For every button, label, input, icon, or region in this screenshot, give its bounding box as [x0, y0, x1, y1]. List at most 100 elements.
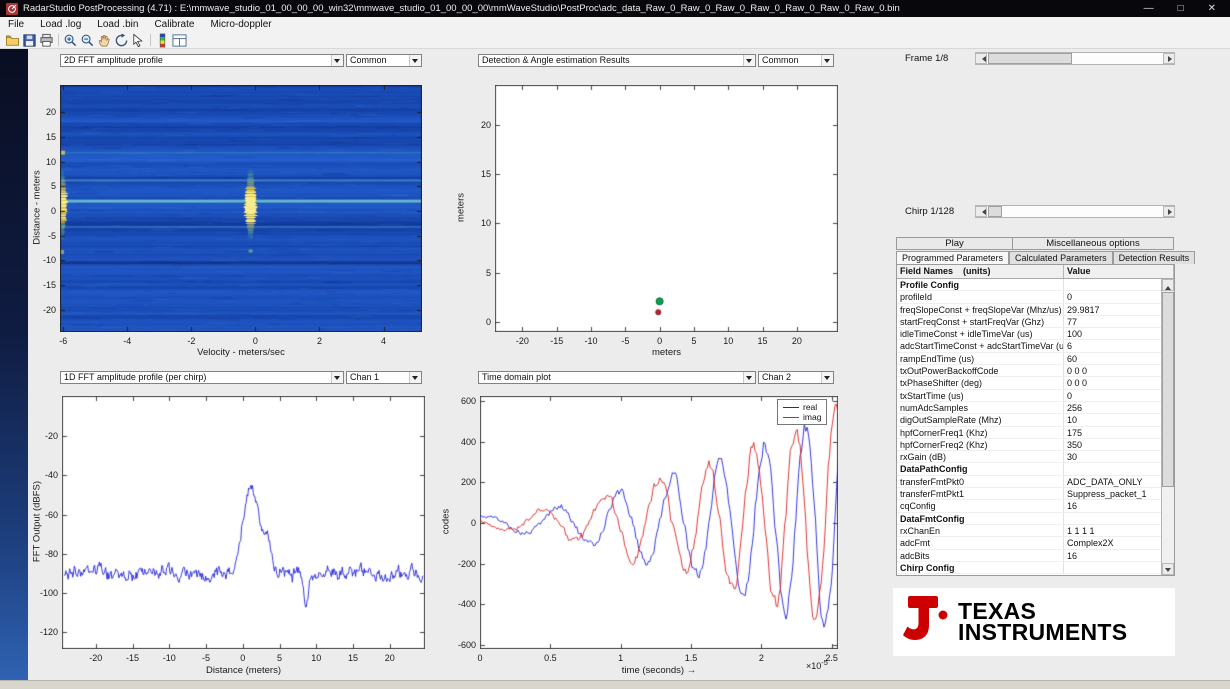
- plot-p2-canvas[interactable]: [495, 85, 838, 332]
- plot-p3-channel-select[interactable]: Chan 1: [346, 371, 422, 384]
- window-title: RadarStudio PostProcessing (4.71) : E:\m…: [23, 3, 900, 14]
- plot-p4-type-select[interactable]: Time domain plot: [478, 371, 756, 384]
- chevron-down-icon[interactable]: [331, 372, 343, 383]
- plot-p1-canvas[interactable]: [60, 85, 422, 332]
- x-tick-label: -15: [126, 653, 140, 663]
- open-file-icon[interactable]: [4, 32, 21, 48]
- plot-p2-type-select[interactable]: Detection & Angle estimation Results: [478, 54, 756, 67]
- y-tick-label: 10: [480, 218, 491, 229]
- plot-p4-channel-select[interactable]: Chan 2: [758, 371, 834, 384]
- param-row[interactable]: transferFmtPkt1 Suppress_packet_1: [897, 488, 1161, 501]
- param-row[interactable]: txOutPowerBackoffCode 0 0 0: [897, 365, 1161, 378]
- chevron-down-icon[interactable]: [743, 372, 755, 383]
- zoom-in-icon[interactable]: [62, 32, 79, 48]
- y-tick-label: 400: [460, 436, 476, 447]
- param-row[interactable]: rampEndTime (us) 60: [897, 352, 1161, 366]
- print-icon[interactable]: [38, 32, 55, 48]
- param-row[interactable]: adcFmt Complex2X: [897, 537, 1161, 550]
- plot-p1-type-select-value: 2D FFT amplitude profile: [64, 55, 163, 65]
- chevron-down-icon[interactable]: [409, 55, 421, 66]
- rotate-3d-icon[interactable]: [113, 32, 130, 48]
- chirp-slider-label: Chirp 1/128: [905, 206, 955, 217]
- param-row[interactable]: DataFmtConfig: [897, 512, 1161, 525]
- chirp-slider-right-arrow-icon[interactable]: [1163, 206, 1175, 217]
- param-field: hpfCornerFreq2 (Khz): [897, 438, 1064, 451]
- menu-micro-doppler[interactable]: Micro-doppler: [202, 19, 279, 30]
- param-row[interactable]: hpfCornerFreq2 (Khz) 350: [897, 438, 1161, 452]
- param-row[interactable]: cqConfig 16: [897, 500, 1161, 513]
- plot-p1-channel-select[interactable]: Common: [346, 54, 422, 67]
- x-tick-label: 0: [657, 336, 663, 346]
- param-row[interactable]: transferFmtPkt0 ADC_DATA_ONLY: [897, 475, 1161, 489]
- chevron-down-icon[interactable]: [331, 55, 343, 66]
- tab-calculated-parameters[interactable]: Calculated Parameters: [1009, 251, 1113, 264]
- chevron-down-icon[interactable]: [743, 55, 755, 66]
- data-cursor-icon[interactable]: [130, 32, 147, 48]
- y-tick-label: 15: [480, 168, 491, 179]
- param-row[interactable]: DataPathConfig: [897, 463, 1161, 476]
- pan-icon[interactable]: [96, 32, 113, 48]
- param-row[interactable]: rxChanEn 1 1 1 1: [897, 524, 1161, 538]
- param-row[interactable]: freqSlopeConst + freqSlopeVar (Mhz/us) 29…: [897, 303, 1161, 316]
- parameter-tabs: Programmed Parameters Calculated Paramete…: [896, 251, 1196, 264]
- menu-load-bin[interactable]: Load .bin: [89, 19, 146, 30]
- chevron-down-icon[interactable]: [821, 372, 833, 383]
- miscellaneous-options-button[interactable]: Miscellaneous options: [1012, 237, 1174, 250]
- param-row[interactable]: profileId 0: [897, 291, 1161, 304]
- scroll-down-arrow-icon[interactable]: [1162, 563, 1174, 575]
- tab-detection-results[interactable]: Detection Results: [1112, 251, 1196, 264]
- param-row[interactable]: rxGain (dB) 30: [897, 451, 1161, 464]
- param-row[interactable]: Profile Config: [897, 279, 1161, 292]
- param-value: 1 1 1 1: [1067, 525, 1095, 536]
- param-row[interactable]: digOutSampleRate (Mhz) 10: [897, 414, 1161, 427]
- menu-calibrate[interactable]: Calibrate: [146, 19, 202, 30]
- chirp-slider-thumb[interactable]: [988, 206, 1002, 217]
- scroll-up-arrow-icon[interactable]: [1162, 279, 1174, 291]
- plot-p3-type-select[interactable]: 1D FFT amplitude profile (per chirp): [60, 371, 344, 384]
- plot-tools-icon[interactable]: [171, 32, 188, 48]
- param-row[interactable]: adcStartTimeConst + adcStartTimeVar (us)…: [897, 340, 1161, 353]
- chirp-slider-left-arrow-icon[interactable]: [975, 206, 987, 217]
- param-row[interactable]: startFreqConst + startFreqVar (Ghz) 77: [897, 315, 1161, 329]
- plot-p1-type-select[interactable]: 2D FFT amplitude profile: [60, 54, 344, 67]
- minimize-button[interactable]: —: [1144, 3, 1154, 14]
- plot-p2-type-select-value: Detection & Angle estimation Results: [482, 55, 630, 65]
- param-row[interactable]: txPhaseShifter (deg) 0 0 0: [897, 377, 1161, 390]
- menu-file[interactable]: File: [0, 19, 32, 30]
- param-row[interactable]: txStartTime (us) 0: [897, 389, 1161, 402]
- param-row[interactable]: numAdcSamples 256: [897, 401, 1161, 415]
- frame-slider-left-arrow-icon[interactable]: [975, 53, 987, 64]
- chevron-down-icon[interactable]: [409, 372, 421, 383]
- x-tick-label: 2: [316, 336, 322, 346]
- scrollbar-thumb[interactable]: [1162, 292, 1174, 487]
- chirp-slider[interactable]: [975, 205, 1175, 218]
- frame-slider-thumb[interactable]: [988, 53, 1072, 64]
- param-row[interactable]: adcBits 16: [897, 549, 1161, 562]
- plot-p1-y-axis-label: Distance - meters: [31, 170, 43, 245]
- close-button[interactable]: ✕: [1208, 3, 1216, 14]
- parameter-table-scrollbar[interactable]: [1161, 279, 1174, 575]
- param-row[interactable]: hpfCornerFreq1 (Khz) 175: [897, 426, 1161, 439]
- frame-slider[interactable]: [975, 52, 1175, 65]
- x-tick-label: 10: [723, 336, 734, 346]
- chevron-down-icon[interactable]: [821, 55, 833, 66]
- save-icon[interactable]: [21, 32, 38, 48]
- menu-load-log[interactable]: Load .log: [32, 19, 89, 30]
- zoom-out-icon[interactable]: [79, 32, 96, 48]
- tab-programmed-parameters[interactable]: Programmed Parameters: [896, 251, 1010, 264]
- param-field: DataFmtConfig: [897, 512, 1064, 524]
- ti-logo: TEXAS INSTRUMENTS: [893, 588, 1175, 656]
- insert-colorbar-icon[interactable]: [154, 32, 171, 48]
- param-value: 30: [1067, 452, 1078, 463]
- ti-bug-icon: [903, 593, 949, 652]
- x-tick-label: -5: [202, 653, 211, 663]
- plot-p4-canvas[interactable]: [480, 396, 838, 649]
- play-button[interactable]: Play: [896, 237, 1013, 250]
- param-row[interactable]: idleTimeConst + idleTimeVar (us) 100: [897, 328, 1161, 341]
- frame-slider-right-arrow-icon[interactable]: [1163, 53, 1175, 64]
- maximize-button[interactable]: □: [1178, 3, 1184, 14]
- y-tick-label: -200: [457, 558, 476, 569]
- param-row[interactable]: Chirp Config: [897, 561, 1161, 575]
- plot-p2-channel-select[interactable]: Common: [758, 54, 834, 67]
- plot-p3-canvas[interactable]: [62, 396, 425, 649]
